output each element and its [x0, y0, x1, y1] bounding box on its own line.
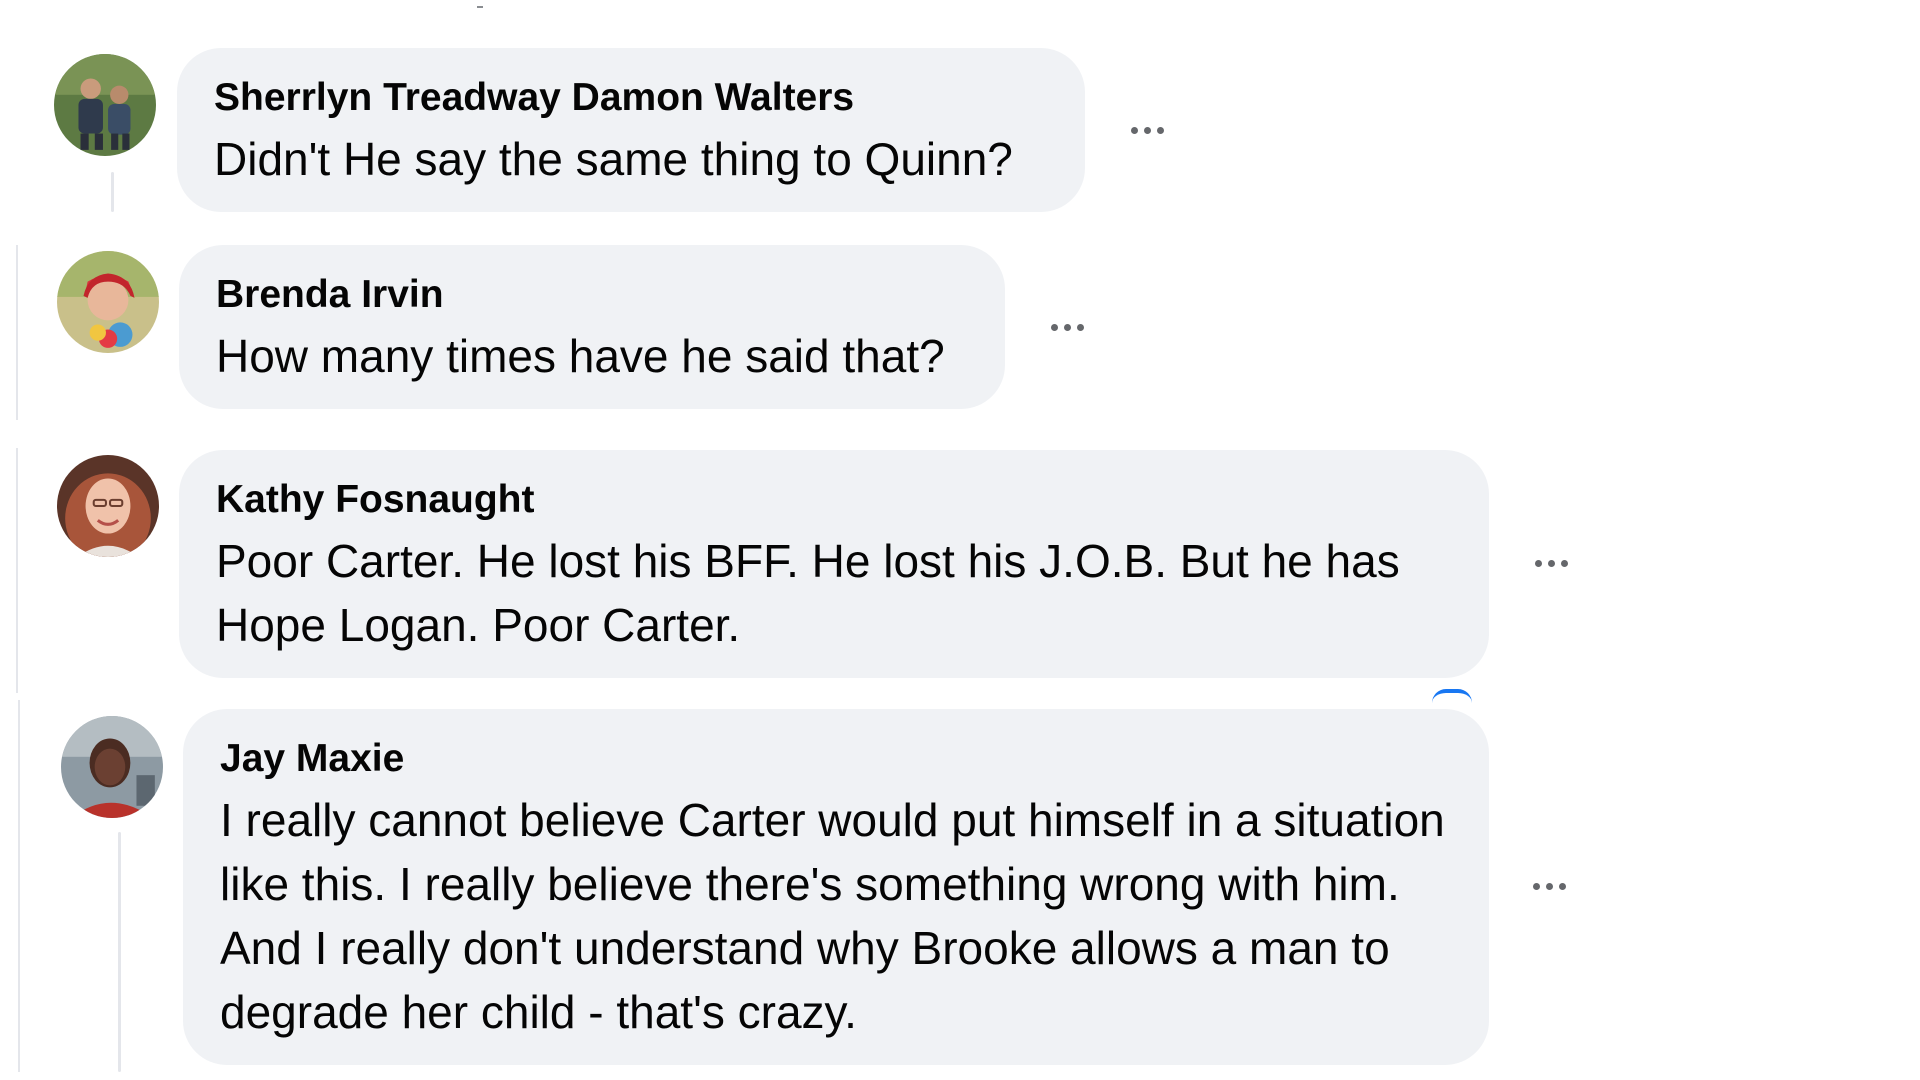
more-horizontal-icon [1560, 559, 1568, 567]
more-options-button[interactable] [1119, 110, 1175, 150]
comment-author[interactable]: Brenda Irvin [216, 271, 969, 319]
comment-bubble: Jay Maxie I really cannot believe Carter… [183, 709, 1489, 1065]
more-horizontal-icon [1534, 559, 1542, 567]
comment-bubble: Brenda Irvin How many times have he said… [179, 245, 1005, 409]
more-options-button[interactable] [1523, 543, 1579, 583]
comment-text: Poor Carter. He lost his BFF. He lost hi… [216, 535, 1400, 651]
comment-text: Didn't He say the same thing to Quinn? [214, 133, 1013, 185]
avatar[interactable] [54, 54, 156, 156]
thread-connector [16, 245, 18, 420]
more-horizontal-icon [1156, 126, 1164, 134]
comment-text: How many times have he said that? [216, 330, 945, 382]
comment-bubble: Sherrlyn Treadway Damon Walters Didn't H… [177, 48, 1085, 212]
more-horizontal-icon [1547, 559, 1555, 567]
avatar[interactable] [57, 455, 159, 557]
more-horizontal-icon [1076, 323, 1084, 331]
more-horizontal-icon [1532, 882, 1540, 890]
more-options-button[interactable] [1039, 307, 1095, 347]
focus-indicator [1432, 689, 1472, 703]
more-horizontal-icon [1050, 323, 1058, 331]
more-horizontal-icon [1558, 882, 1566, 890]
thread-connector [16, 448, 18, 693]
comment-bubble: Kathy Fosnaught Poor Carter. He lost his… [179, 450, 1489, 678]
reply-thread-line [118, 832, 121, 1072]
comment-author[interactable]: Sherrlyn Treadway Damon Walters [214, 74, 1049, 122]
comment-author[interactable]: Jay Maxie [220, 735, 1453, 783]
comment-author[interactable]: Kathy Fosnaught [216, 476, 1453, 524]
avatar[interactable] [61, 716, 163, 818]
more-horizontal-icon [1143, 126, 1151, 134]
comment-text: I really cannot believe Carter would put… [220, 794, 1445, 1038]
avatar[interactable] [57, 251, 159, 353]
thread-connector [18, 700, 20, 1072]
divider [477, 6, 483, 8]
comment-thread: Sherrlyn Treadway Damon Walters Didn't H… [0, 0, 1920, 1080]
more-horizontal-icon [1063, 323, 1071, 331]
more-options-button[interactable] [1521, 866, 1577, 906]
reply-thread-line [111, 172, 114, 212]
more-horizontal-icon [1545, 882, 1553, 890]
more-horizontal-icon [1130, 126, 1138, 134]
